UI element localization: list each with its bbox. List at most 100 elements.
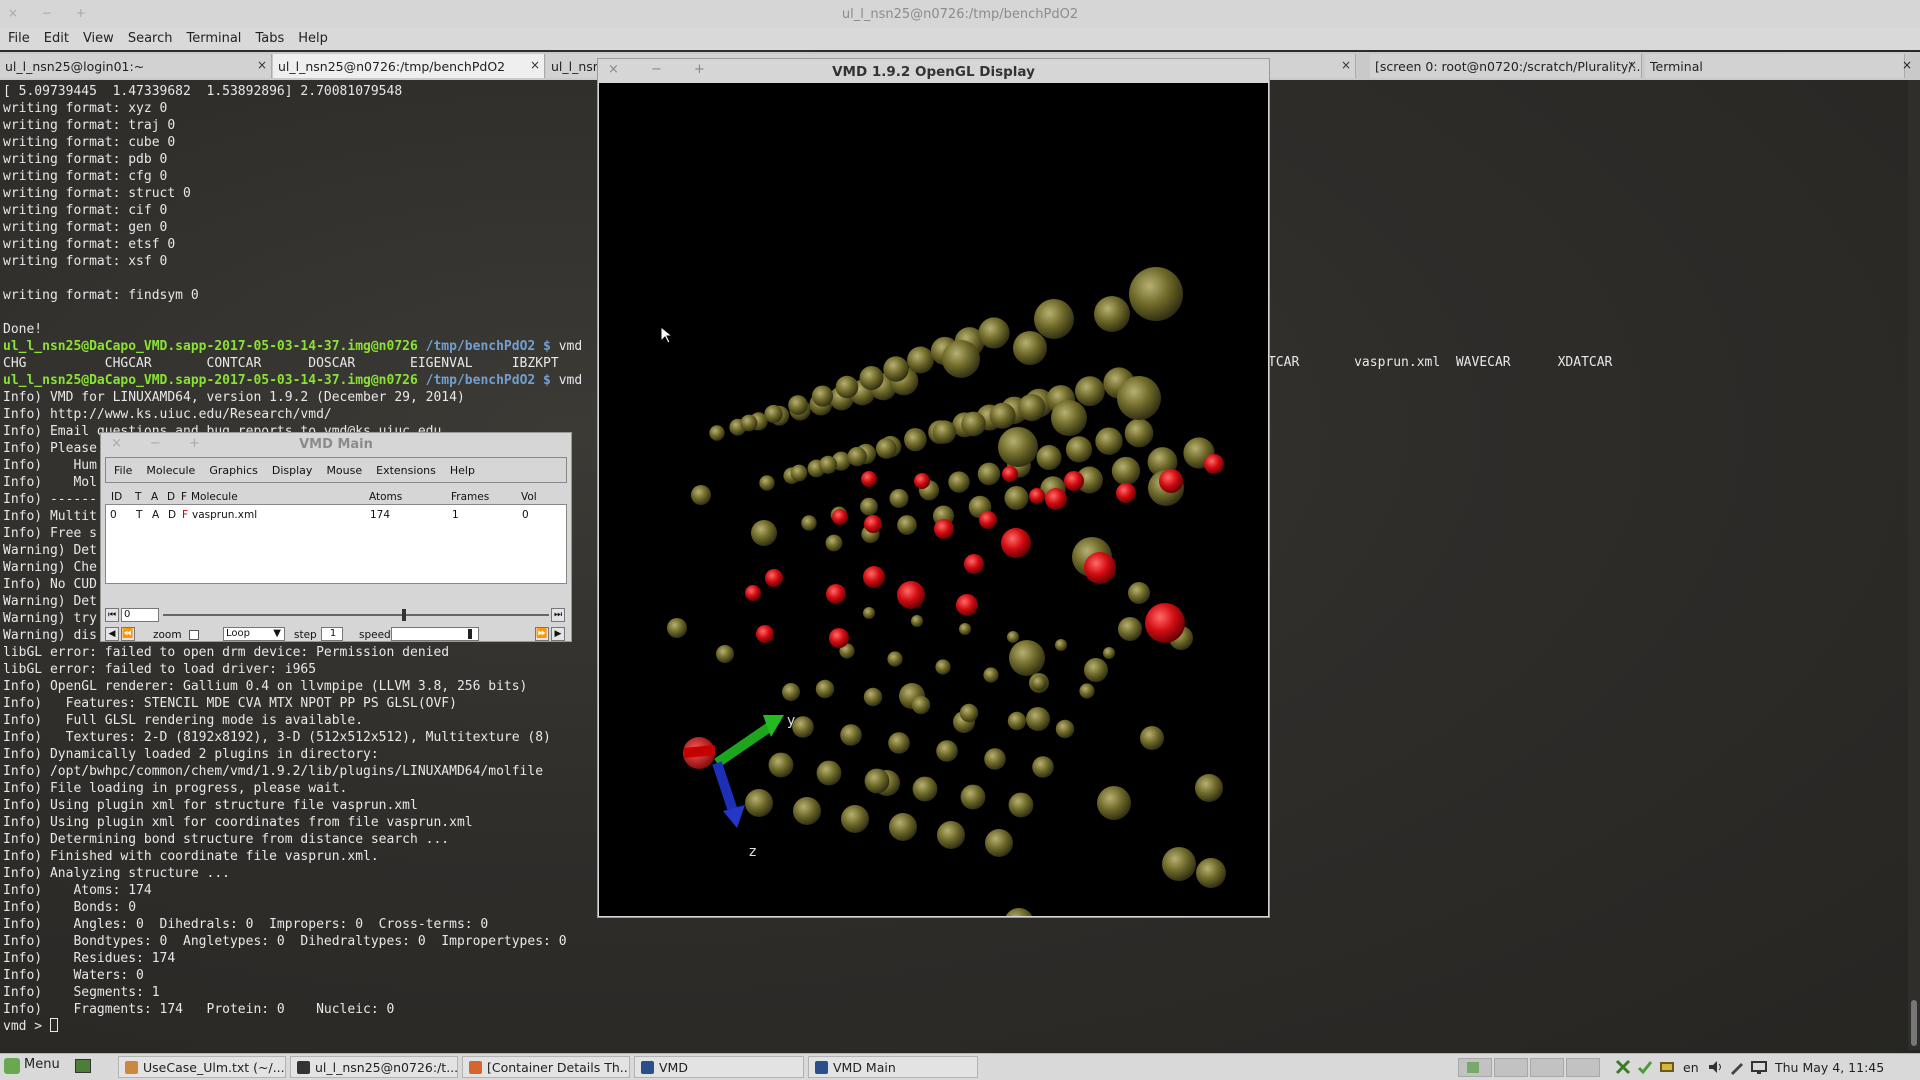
terminal-text: Info) Dynamically loaded 2 plugins in di… [3,747,379,762]
vmd-main-window-buttons[interactable]: × − + [111,436,212,451]
tab-login01[interactable]: ul_l_nsn25@login01:~ × [0,54,272,78]
display-icon[interactable] [1751,1059,1767,1075]
taskbar-item-terminal[interactable]: ul_l_nsn25@n0726:/t... [290,1056,458,1078]
prompt-path: /tmp/benchPdO2 $ [425,339,551,354]
network-x-icon[interactable] [1615,1059,1631,1075]
mol-drawn[interactable]: D [168,509,176,521]
molecule-list[interactable]: 0 T A D F vasprun.xml 174 1 0 [105,504,567,584]
col-molecule[interactable]: Molecule [191,491,238,503]
mol-fixed[interactable]: F [182,509,188,521]
vmd-main-titlebar[interactable]: × − + VMD Main [101,433,571,455]
molecule-viewport[interactable]: y z [599,83,1268,938]
speed-slider[interactable] [391,627,479,641]
col-a[interactable]: A [151,491,158,503]
frame-number-field[interactable]: 0 [121,608,159,622]
gl-window-buttons[interactable]: × − + [608,62,719,77]
workspace-2[interactable] [1494,1058,1528,1077]
volume-icon[interactable] [1707,1059,1723,1075]
terminal-text: writing format: cube 0 [3,135,176,150]
col-t[interactable]: T [135,491,141,503]
workspace-3[interactable] [1530,1058,1564,1077]
zoom-checkbox[interactable] [189,630,199,640]
mol-active[interactable]: A [152,509,159,521]
palladium-atom [1004,908,1034,938]
terminal-prompt-line[interactable]: vmd > [3,1018,623,1035]
menu-search[interactable]: Search [120,28,179,46]
workspace-1[interactable] [1458,1058,1492,1077]
tab-close-icon[interactable]: × [1341,58,1351,72]
col-vol[interactable]: Vol [521,491,537,503]
pen-tool-icon[interactable] [1729,1059,1745,1075]
vmd-menu-help[interactable]: Help [442,458,481,477]
taskbar-item-label: [Container Details Th... [487,1060,630,1075]
vmd-opengl-titlebar[interactable]: × − + VMD 1.9.2 OpenGL Display [598,59,1269,83]
frame-slider-track[interactable] [163,614,549,616]
palladium-atom [1055,639,1067,651]
terminal-scrollbar[interactable] [1908,80,1920,1050]
oxygen-atom [765,569,783,587]
palladium-atom [764,404,783,424]
col-f[interactable]: F [181,491,187,503]
step-back-icon[interactable]: ⏪ [121,627,135,641]
tab-close-icon[interactable]: × [257,58,267,72]
mint-logo-icon [4,1058,20,1074]
tab-terminal[interactable]: Terminal [1645,54,1905,78]
taskbar-item-vmd[interactable]: VMD [634,1056,804,1078]
vmd-menu-graphics[interactable]: Graphics [201,458,264,477]
scrollbar-thumb[interactable] [1911,1000,1917,1046]
frame-last-icon[interactable]: ⏭ [551,608,565,622]
palladium-atom [1084,658,1108,682]
menu-help[interactable]: Help [290,28,334,46]
notification-icon[interactable] [1659,1059,1675,1075]
tab-screen0[interactable]: [screen 0: root@n0720:/scratch/Plurality… [1370,54,1642,78]
tab-close-icon[interactable]: × [1627,58,1637,72]
taskbar-item-vmd-main[interactable]: VMD Main [808,1056,978,1078]
palladium-atom [948,471,970,493]
start-menu-button[interactable]: Menu [4,1057,60,1074]
col-d[interactable]: D [167,491,175,503]
play-forward-icon[interactable]: ▶ [551,627,565,641]
axis-y-arrow [714,721,774,768]
taskbar-item-container-details[interactable]: [Container Details Th... [462,1056,630,1078]
terminal-text: Info) http://www.ks.uiuc.edu/Research/vm… [3,407,332,422]
show-desktop-icon[interactable] [75,1059,91,1073]
vmd-menu-file[interactable]: File [106,458,138,477]
menu-edit[interactable]: Edit [36,28,75,46]
speed-slider-thumb[interactable] [467,629,472,639]
close-tab-icon[interactable]: × [1902,58,1912,72]
menu-tabs[interactable]: Tabs [247,28,290,46]
frame-slider-thumb[interactable] [402,609,407,621]
vmd-menu-molecule[interactable]: Molecule [138,458,201,477]
taskbar-item-usecase[interactable]: UseCase_Ulm.txt (~/... [118,1056,286,1078]
menu-view[interactable]: View [75,28,120,46]
terminal-text: libGL error: failed to load driver: i965 [3,662,317,677]
vmd-menu-extensions[interactable]: Extensions [368,458,442,477]
tab-benchpdo2[interactable]: ul_l_nsn25@n0726:/tmp/benchPdO2 × [273,54,545,78]
menu-file[interactable]: File [0,28,36,46]
tab-close-icon[interactable]: × [530,58,540,72]
loop-select[interactable]: Loop ▼ [223,627,285,641]
workspace-4[interactable] [1566,1058,1600,1077]
update-check-icon[interactable] [1637,1059,1653,1075]
palladium-atom [983,667,999,683]
palladium-atom [977,462,1001,486]
keyboard-layout[interactable]: en [1683,1060,1699,1075]
palladium-atom [1079,683,1095,699]
molecule-row[interactable]: 0 T A D F vasprun.xml 174 1 0 [106,507,566,521]
step-forward-icon[interactable]: ⏩ [535,627,549,641]
terminal-text: [ 5.09739445 1.47339682 1.53892896] 2.70… [3,84,403,99]
clock[interactable]: Thu May 4, 11:45 [1775,1060,1884,1075]
col-frames[interactable]: Frames [451,491,489,503]
play-reverse-icon[interactable]: ◀ [105,627,119,641]
terminal-line: writing format: cif 0 [3,202,623,219]
vmd-menu-display[interactable]: Display [264,458,319,477]
oxygen-atom [756,625,774,643]
vmd-menu-mouse[interactable]: Mouse [318,458,368,477]
mol-top[interactable]: T [136,509,142,521]
frame-first-icon[interactable]: ⏮ [105,608,119,622]
step-field[interactable]: 1 [321,627,343,641]
menu-terminal[interactable]: Terminal [178,28,247,46]
workspace-switcher[interactable] [1458,1058,1601,1077]
col-id[interactable]: ID [111,491,122,503]
col-atoms[interactable]: Atoms [369,491,402,503]
